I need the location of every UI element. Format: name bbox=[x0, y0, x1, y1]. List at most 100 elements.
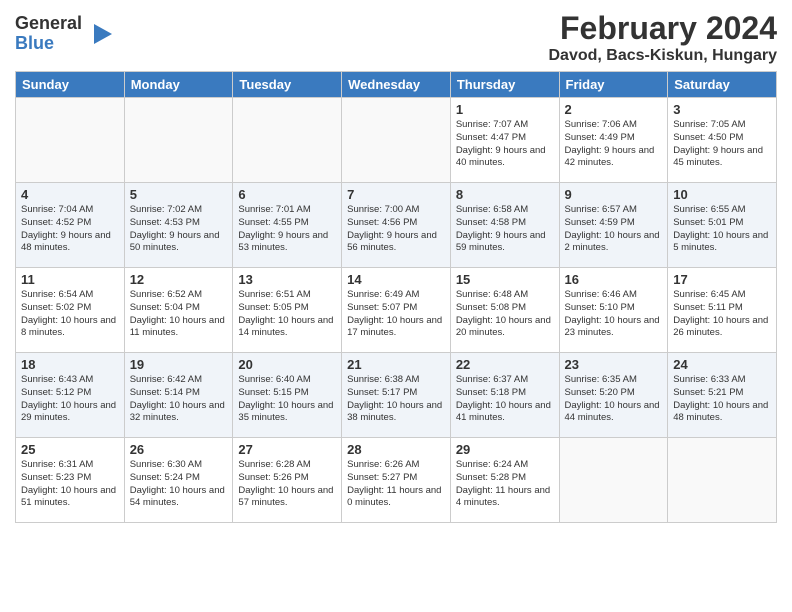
table-cell: 9 Sunrise: 6:57 AM Sunset: 4:59 PM Daylig… bbox=[559, 183, 668, 268]
table-cell: 22 Sunrise: 6:37 AM Sunset: 5:18 PM Dayli… bbox=[450, 353, 559, 438]
logo: General Blue bbox=[15, 14, 114, 54]
cell-day-number: 1 bbox=[456, 102, 554, 117]
col-monday: Monday bbox=[124, 72, 233, 98]
cell-day-number: 7 bbox=[347, 187, 445, 202]
calendar-table: Sunday Monday Tuesday Wednesday Thursday… bbox=[15, 71, 777, 523]
cell-sun-info: Sunrise: 7:04 AM Sunset: 4:52 PM Dayligh… bbox=[21, 204, 119, 255]
table-cell: 27 Sunrise: 6:28 AM Sunset: 5:26 PM Dayli… bbox=[233, 438, 342, 523]
location-title: Davod, Bacs-Kiskun, Hungary bbox=[549, 47, 778, 65]
cell-sun-info: Sunrise: 6:31 AM Sunset: 5:23 PM Dayligh… bbox=[21, 459, 119, 510]
col-tuesday: Tuesday bbox=[233, 72, 342, 98]
calendar-row: 4 Sunrise: 7:04 AM Sunset: 4:52 PM Daylig… bbox=[16, 183, 777, 268]
table-cell: 7 Sunrise: 7:00 AM Sunset: 4:56 PM Daylig… bbox=[342, 183, 451, 268]
col-thursday: Thursday bbox=[450, 72, 559, 98]
cell-day-number: 14 bbox=[347, 272, 445, 287]
cell-day-number: 27 bbox=[238, 442, 336, 457]
cell-sun-info: Sunrise: 7:02 AM Sunset: 4:53 PM Dayligh… bbox=[130, 204, 228, 255]
cell-day-number: 24 bbox=[673, 357, 771, 372]
table-cell: 24 Sunrise: 6:33 AM Sunset: 5:21 PM Dayli… bbox=[668, 353, 777, 438]
cell-sun-info: Sunrise: 6:28 AM Sunset: 5:26 PM Dayligh… bbox=[238, 459, 336, 510]
cell-sun-info: Sunrise: 7:00 AM Sunset: 4:56 PM Dayligh… bbox=[347, 204, 445, 255]
cell-sun-info: Sunrise: 6:46 AM Sunset: 5:10 PM Dayligh… bbox=[565, 289, 663, 340]
table-cell bbox=[124, 98, 233, 183]
table-cell bbox=[16, 98, 125, 183]
table-cell: 17 Sunrise: 6:45 AM Sunset: 5:11 PM Dayli… bbox=[668, 268, 777, 353]
table-cell: 29 Sunrise: 6:24 AM Sunset: 5:28 PM Dayli… bbox=[450, 438, 559, 523]
cell-day-number: 16 bbox=[565, 272, 663, 287]
table-cell: 1Sunrise: 7:07 AM Sunset: 4:47 PM Daylig… bbox=[450, 98, 559, 183]
title-area: February 2024 Davod, Bacs-Kiskun, Hungar… bbox=[549, 10, 778, 65]
cell-sun-info: Sunrise: 6:33 AM Sunset: 5:21 PM Dayligh… bbox=[673, 374, 771, 425]
cell-day-number: 2 bbox=[565, 102, 663, 117]
logo-blue: Blue bbox=[15, 34, 82, 54]
calendar-page: General Blue February 2024 Davod, Bacs-K… bbox=[0, 0, 792, 612]
cell-sun-info: Sunrise: 6:58 AM Sunset: 4:58 PM Dayligh… bbox=[456, 204, 554, 255]
table-cell: 28Sunrise: 6:26 AM Sunset: 5:27 PM Dayli… bbox=[342, 438, 451, 523]
table-cell: 26 Sunrise: 6:30 AM Sunset: 5:24 PM Dayli… bbox=[124, 438, 233, 523]
cell-sun-info: Sunrise: 6:43 AM Sunset: 5:12 PM Dayligh… bbox=[21, 374, 119, 425]
cell-sun-info: Sunrise: 6:54 AM Sunset: 5:02 PM Dayligh… bbox=[21, 289, 119, 340]
cell-day-number: 10 bbox=[673, 187, 771, 202]
cell-sun-info: Sunrise: 6:57 AM Sunset: 4:59 PM Dayligh… bbox=[565, 204, 663, 255]
cell-day-number: 29 bbox=[456, 442, 554, 457]
cell-day-number: 17 bbox=[673, 272, 771, 287]
cell-day-number: 15 bbox=[456, 272, 554, 287]
table-cell: 8 Sunrise: 6:58 AM Sunset: 4:58 PM Daylig… bbox=[450, 183, 559, 268]
col-wednesday: Wednesday bbox=[342, 72, 451, 98]
table-cell: 14Sunrise: 6:49 AM Sunset: 5:07 PM Dayli… bbox=[342, 268, 451, 353]
table-cell: 23 Sunrise: 6:35 AM Sunset: 5:20 PM Dayli… bbox=[559, 353, 668, 438]
cell-sun-info: Sunrise: 6:48 AM Sunset: 5:08 PM Dayligh… bbox=[456, 289, 554, 340]
calendar-row: 25 Sunrise: 6:31 AM Sunset: 5:23 PM Dayli… bbox=[16, 438, 777, 523]
table-cell: 20Sunrise: 6:40 AM Sunset: 5:15 PM Dayli… bbox=[233, 353, 342, 438]
table-cell bbox=[559, 438, 668, 523]
cell-sun-info: Sunrise: 6:42 AM Sunset: 5:14 PM Dayligh… bbox=[130, 374, 228, 425]
table-cell bbox=[668, 438, 777, 523]
cell-sun-info: Sunrise: 6:45 AM Sunset: 5:11 PM Dayligh… bbox=[673, 289, 771, 340]
table-cell: 19 Sunrise: 6:42 AM Sunset: 5:14 PM Dayli… bbox=[124, 353, 233, 438]
cell-sun-info: Sunrise: 7:05 AM Sunset: 4:50 PM Dayligh… bbox=[673, 119, 771, 170]
cell-sun-info: Sunrise: 6:37 AM Sunset: 5:18 PM Dayligh… bbox=[456, 374, 554, 425]
cell-day-number: 21 bbox=[347, 357, 445, 372]
col-friday: Friday bbox=[559, 72, 668, 98]
cell-day-number: 9 bbox=[565, 187, 663, 202]
cell-sun-info: Sunrise: 6:51 AM Sunset: 5:05 PM Dayligh… bbox=[238, 289, 336, 340]
table-cell bbox=[342, 98, 451, 183]
cell-sun-info: Sunrise: 7:06 AM Sunset: 4:49 PM Dayligh… bbox=[565, 119, 663, 170]
table-cell: 6Sunrise: 7:01 AM Sunset: 4:55 PM Daylig… bbox=[233, 183, 342, 268]
table-cell: 10 Sunrise: 6:55 AM Sunset: 5:01 PM Dayli… bbox=[668, 183, 777, 268]
cell-sun-info: Sunrise: 6:26 AM Sunset: 5:27 PM Dayligh… bbox=[347, 459, 445, 510]
calendar-row: 1Sunrise: 7:07 AM Sunset: 4:47 PM Daylig… bbox=[16, 98, 777, 183]
cell-sun-info: Sunrise: 6:52 AM Sunset: 5:04 PM Dayligh… bbox=[130, 289, 228, 340]
table-cell: 4 Sunrise: 7:04 AM Sunset: 4:52 PM Daylig… bbox=[16, 183, 125, 268]
cell-sun-info: Sunrise: 7:01 AM Sunset: 4:55 PM Dayligh… bbox=[238, 204, 336, 255]
cell-day-number: 26 bbox=[130, 442, 228, 457]
cell-day-number: 22 bbox=[456, 357, 554, 372]
table-cell: 15 Sunrise: 6:48 AM Sunset: 5:08 PM Dayli… bbox=[450, 268, 559, 353]
header: General Blue February 2024 Davod, Bacs-K… bbox=[15, 10, 777, 65]
cell-sun-info: Sunrise: 6:38 AM Sunset: 5:17 PM Dayligh… bbox=[347, 374, 445, 425]
cell-sun-info: Sunrise: 6:35 AM Sunset: 5:20 PM Dayligh… bbox=[565, 374, 663, 425]
month-title: February 2024 bbox=[549, 10, 778, 47]
cell-day-number: 19 bbox=[130, 357, 228, 372]
table-cell: 18Sunrise: 6:43 AM Sunset: 5:12 PM Dayli… bbox=[16, 353, 125, 438]
cell-sun-info: Sunrise: 6:30 AM Sunset: 5:24 PM Dayligh… bbox=[130, 459, 228, 510]
cell-day-number: 5 bbox=[130, 187, 228, 202]
cell-day-number: 3 bbox=[673, 102, 771, 117]
cell-day-number: 25 bbox=[21, 442, 119, 457]
cell-day-number: 8 bbox=[456, 187, 554, 202]
cell-day-number: 13 bbox=[238, 272, 336, 287]
table-cell: 12 Sunrise: 6:52 AM Sunset: 5:04 PM Dayli… bbox=[124, 268, 233, 353]
cell-sun-info: Sunrise: 6:55 AM Sunset: 5:01 PM Dayligh… bbox=[673, 204, 771, 255]
table-cell: 11Sunrise: 6:54 AM Sunset: 5:02 PM Dayli… bbox=[16, 268, 125, 353]
calendar-row: 18Sunrise: 6:43 AM Sunset: 5:12 PM Dayli… bbox=[16, 353, 777, 438]
table-cell bbox=[233, 98, 342, 183]
table-cell: 5 Sunrise: 7:02 AM Sunset: 4:53 PM Daylig… bbox=[124, 183, 233, 268]
cell-day-number: 4 bbox=[21, 187, 119, 202]
cell-day-number: 12 bbox=[130, 272, 228, 287]
cell-sun-info: Sunrise: 6:24 AM Sunset: 5:28 PM Dayligh… bbox=[456, 459, 554, 510]
table-cell: 16 Sunrise: 6:46 AM Sunset: 5:10 PM Dayli… bbox=[559, 268, 668, 353]
table-cell: 3 Sunrise: 7:05 AM Sunset: 4:50 PM Daylig… bbox=[668, 98, 777, 183]
logo-icon bbox=[84, 19, 114, 49]
col-sunday: Sunday bbox=[16, 72, 125, 98]
cell-day-number: 23 bbox=[565, 357, 663, 372]
